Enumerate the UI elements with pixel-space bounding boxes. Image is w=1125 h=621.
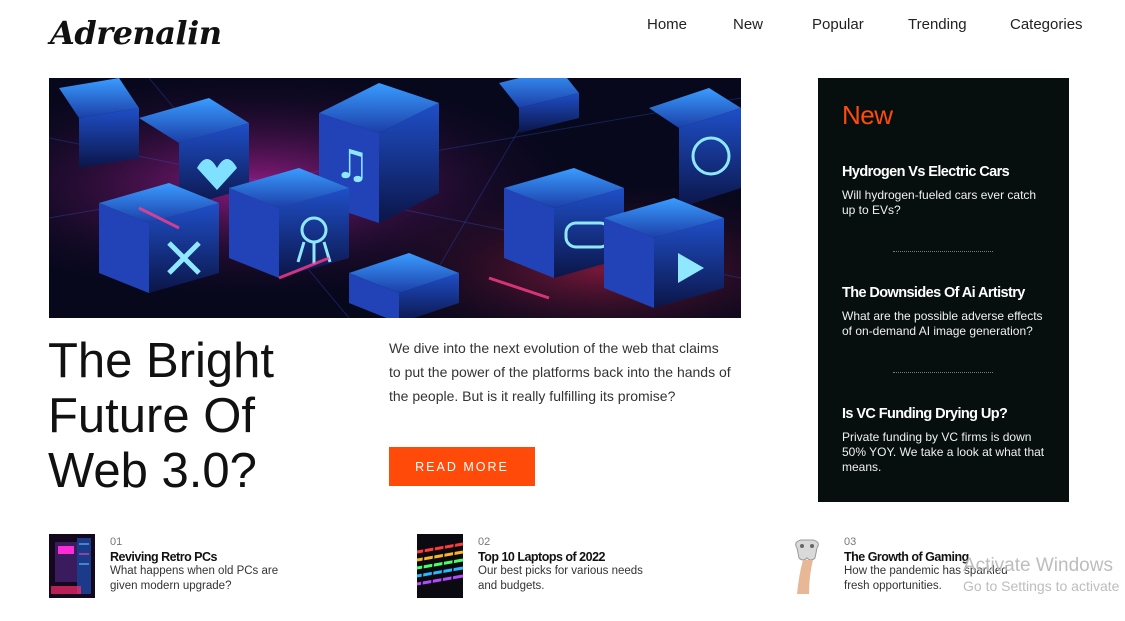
retro-pc-thumbnail[interactable] [49, 534, 95, 598]
keyboard-thumbnail[interactable] [417, 534, 463, 598]
sidebar-article-desc: Private funding by VC firms is down 50% … [842, 430, 1045, 474]
watermark-title: Activate Windows [963, 555, 1113, 576]
watermark-subtitle: Go to Settings to activate [963, 578, 1120, 594]
read-more-button[interactable]: READ MORE [389, 447, 535, 486]
article-desc: Our best picks for various needs and bud… [478, 565, 643, 592]
sidebar-article-title[interactable]: Hydrogen Vs Electric Cars [842, 164, 1052, 180]
article-number: 01 [110, 536, 123, 548]
nav-new[interactable]: New [733, 16, 763, 33]
divider [893, 251, 993, 252]
svg-text:♫: ♫ [334, 142, 370, 188]
controller-thumbnail[interactable] [783, 534, 829, 598]
site-logo[interactable]: Adrenalin [50, 14, 222, 52]
sidebar-article-desc: Will hydrogen-fueled cars ever catch up … [842, 188, 1037, 217]
nav-categories[interactable]: Categories [1010, 16, 1083, 33]
article-desc: What happens when old PCs are given mode… [110, 565, 279, 592]
sidebar-article-desc: What are the possible adverse effects of… [842, 309, 1043, 338]
sidebar-article-title[interactable]: The Downsides Of Ai Artistry [842, 285, 1052, 301]
article-title[interactable]: Reviving Retro PCs [110, 550, 290, 564]
activate-windows-watermark: Activate Windows Go to Settings to activ… [963, 555, 1119, 594]
divider [893, 372, 993, 373]
sidebar-title: New [842, 100, 893, 130]
sidebar-article[interactable]: The Downsides Of Ai Artistry What are th… [842, 285, 1052, 339]
hero-headline[interactable]: The Bright Future Of Web 3.0? [48, 334, 348, 499]
article-number: 03 [844, 536, 857, 548]
nav-home[interactable]: Home [647, 16, 687, 33]
new-sidebar: New Hydrogen Vs Electric Cars Will hydro… [818, 78, 1069, 502]
hero-summary: We dive into the next evolution of the w… [389, 340, 731, 404]
article-number: 02 [478, 536, 491, 548]
hero-image[interactable]: ♫ [49, 78, 741, 318]
sidebar-article[interactable]: Hydrogen Vs Electric Cars Will hydrogen-… [842, 164, 1052, 218]
article-title[interactable]: Top 10 Laptops of 2022 [478, 550, 658, 564]
sidebar-article[interactable]: Is VC Funding Drying Up? Private funding… [842, 406, 1052, 475]
sidebar-article-title[interactable]: Is VC Funding Drying Up? [842, 406, 1052, 422]
nav-popular[interactable]: Popular [812, 16, 864, 33]
nav-trending[interactable]: Trending [908, 16, 967, 33]
